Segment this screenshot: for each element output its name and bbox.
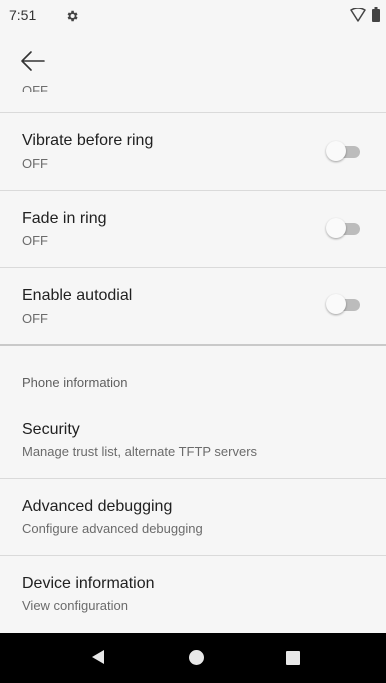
setting-security[interactable]: Security Manage trust list, alternate TF… [0,401,386,478]
section-header-phone-information: Phone information [22,375,128,390]
setting-device-information[interactable]: Device information View configuration [0,556,386,633]
section-divider [0,344,386,346]
setting-enable-autodial[interactable]: Enable autodial OFF [0,268,386,345]
status-time: 7:51 [9,7,37,23]
back-triangle-icon[interactable] [91,649,105,670]
partial-item-summary: OFF [22,84,48,92]
toggle-thumb [326,141,346,161]
battery-icon [372,7,380,27]
wifi-icon [350,7,366,27]
enable-autodial-toggle[interactable] [326,293,362,315]
vibrate-before-ring-toggle[interactable] [326,140,362,162]
fade-in-ring-toggle[interactable] [326,217,362,239]
setting-summary: Manage trust list, alternate TFTP server… [22,444,258,459]
setting-title: Enable autodial [22,287,133,304]
setting-title: Device information [22,575,155,592]
setting-fade-in-ring[interactable]: Fade in ring OFF [0,191,386,267]
navigation-bar [0,633,386,683]
setting-title: Advanced debugging [22,498,173,515]
setting-summary: Configure advanced debugging [22,521,203,536]
setting-title: Security [22,421,80,438]
gear-icon [65,9,79,28]
toggle-thumb [326,218,346,238]
app-bar [0,32,386,88]
setting-advanced-debugging[interactable]: Advanced debugging Configure advanced de… [0,479,386,555]
arrow-left-icon[interactable] [18,46,48,76]
status-bar: 7:51 [0,0,386,32]
toggle-thumb [326,294,346,314]
setting-summary: View configuration [22,598,128,613]
setting-title: Fade in ring [22,210,107,227]
setting-summary: OFF [22,233,48,248]
recents-square-icon[interactable] [286,651,300,665]
setting-summary: OFF [22,311,48,326]
setting-vibrate-before-ring[interactable]: Vibrate before ring OFF [0,113,386,190]
setting-summary: OFF [22,156,48,171]
home-circle-icon[interactable] [189,650,204,665]
setting-title: Vibrate before ring [22,132,154,149]
